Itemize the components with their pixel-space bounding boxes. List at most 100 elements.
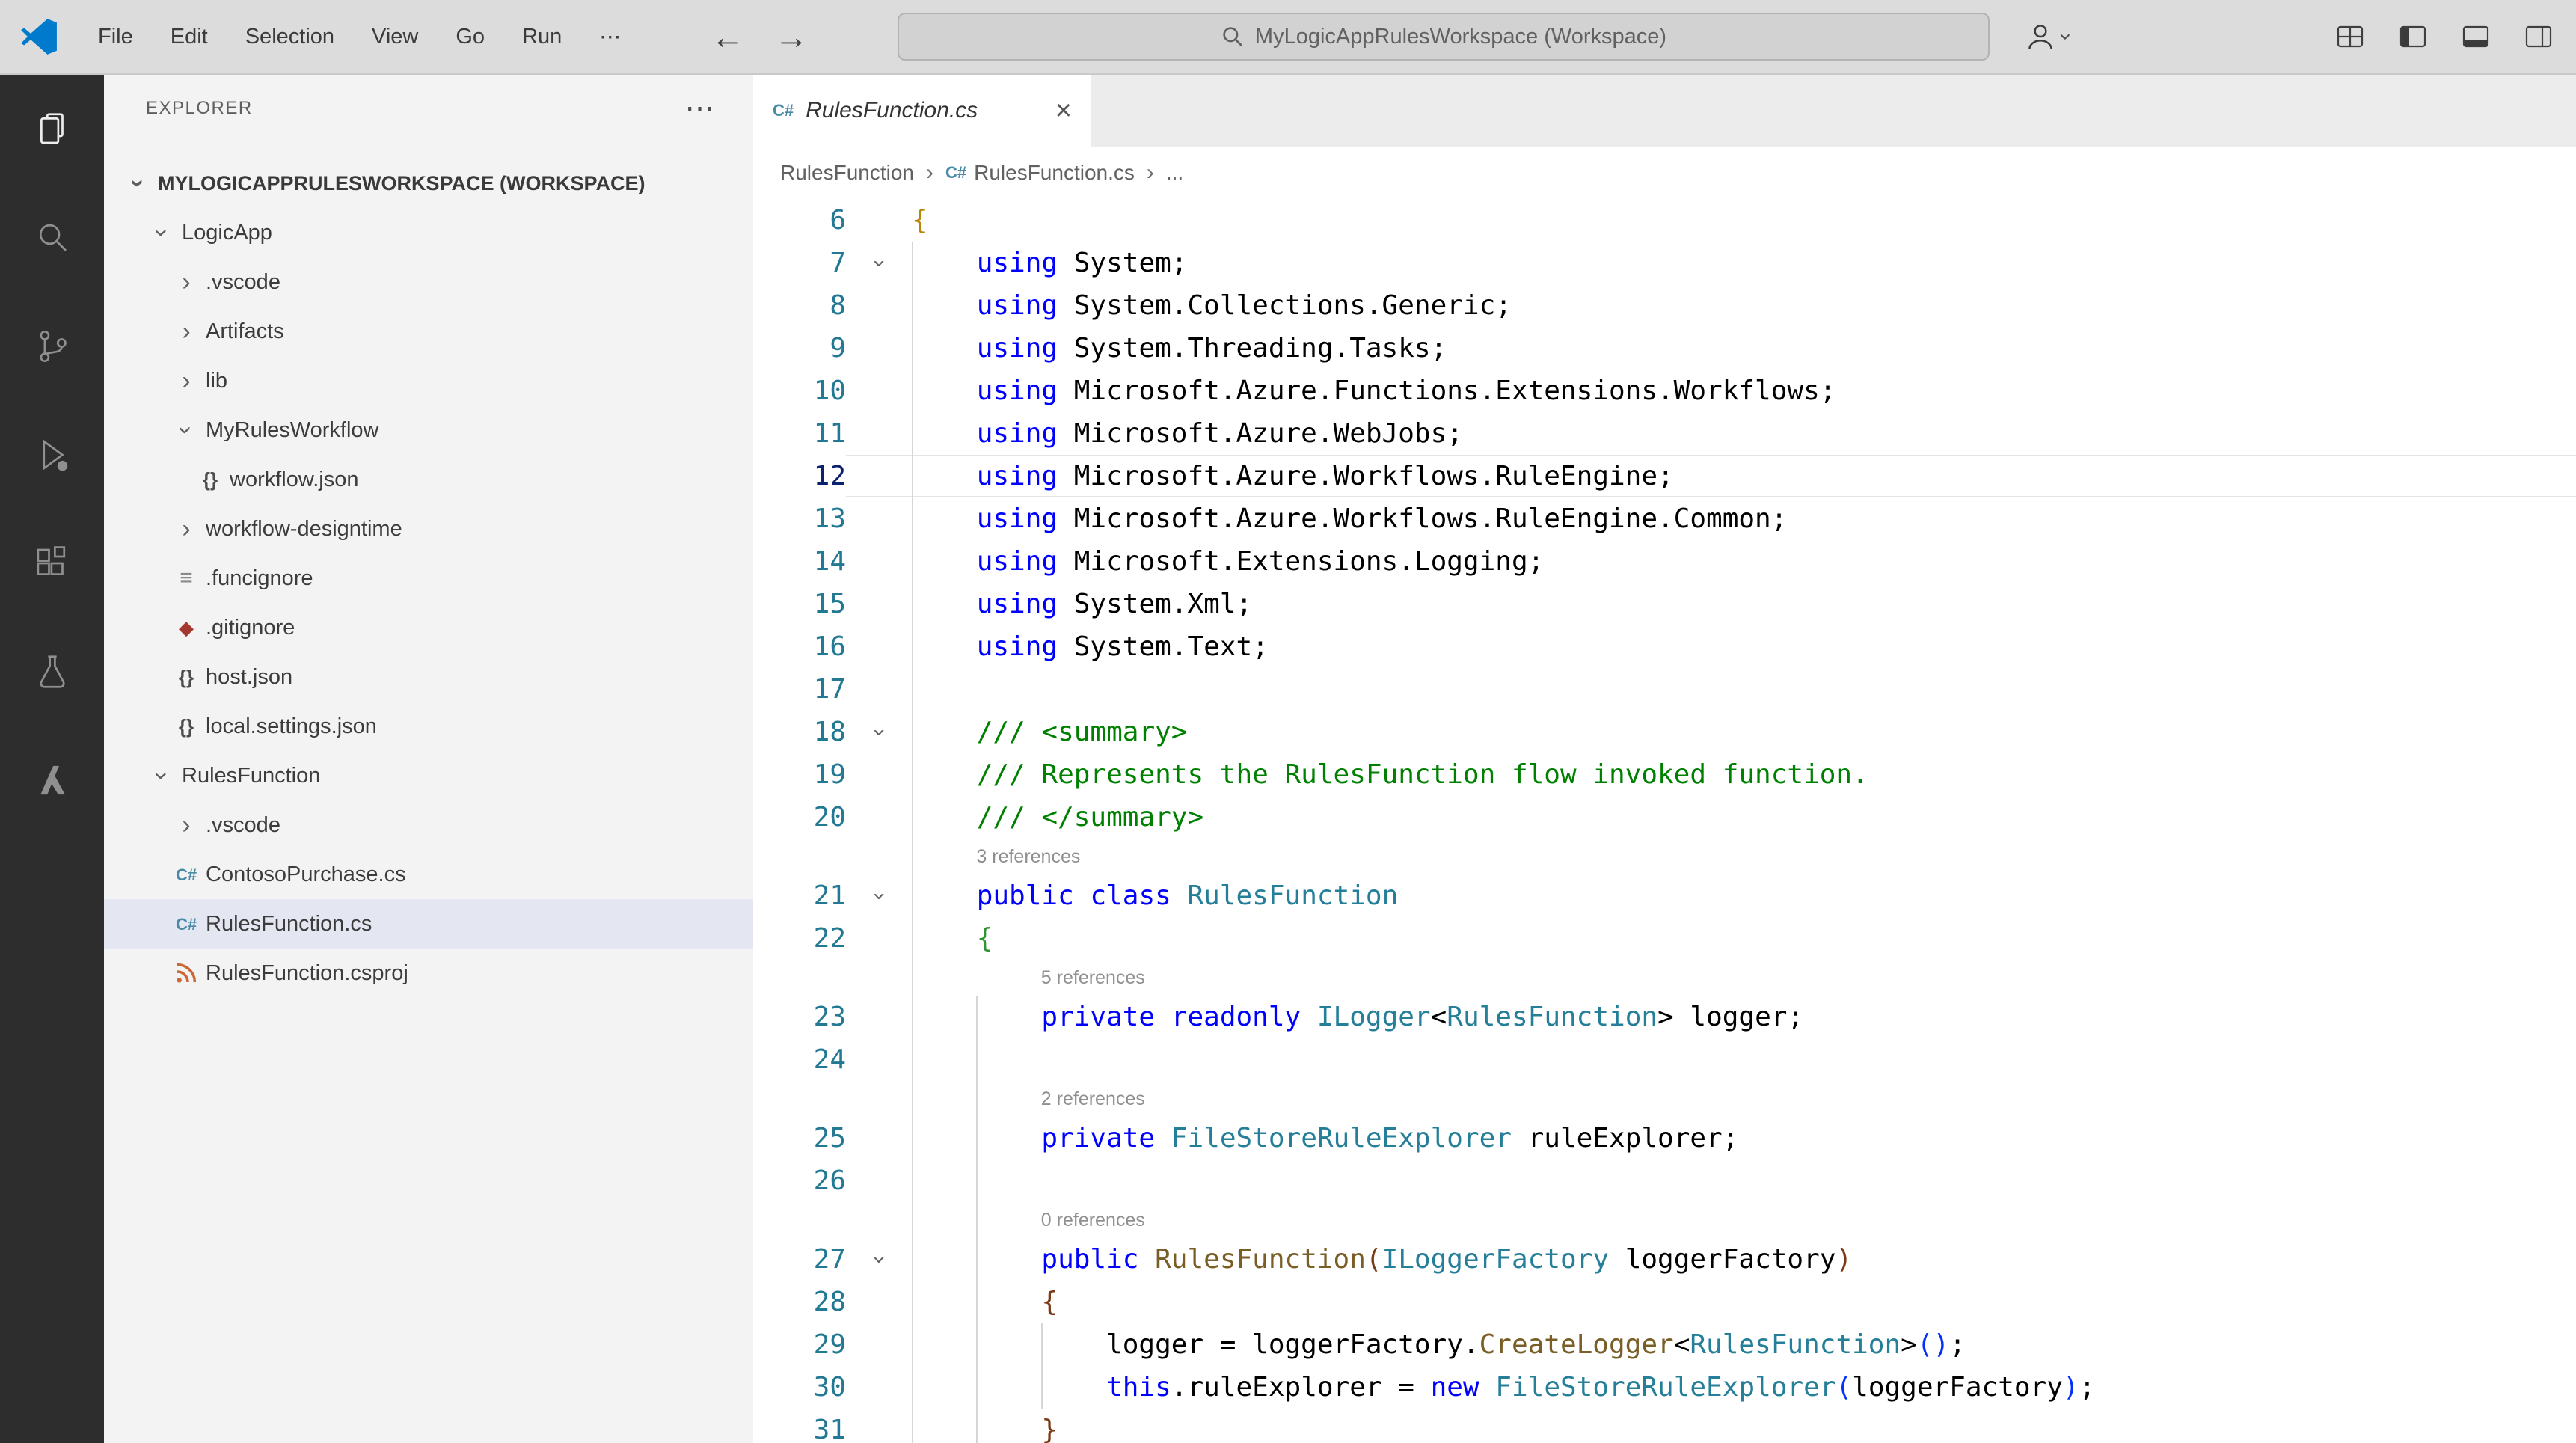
line-number[interactable]: 18 <box>753 711 846 753</box>
code-line-16[interactable]: 16 using System.Text; <box>753 625 2576 668</box>
code-line-28[interactable]: 28 { <box>753 1281 2576 1323</box>
line-number[interactable]: 6 <box>753 199 846 242</box>
tree-item-host-json[interactable]: {}host.json <box>104 652 753 702</box>
code-line-25[interactable]: 25 private FileStoreRuleExplorer ruleExp… <box>753 1117 2576 1159</box>
line-number[interactable]: 24 <box>753 1038 846 1081</box>
code-line-22[interactable]: 22 { <box>753 917 2576 960</box>
command-center[interactable]: MyLogicAppRulesWorkspace (Workspace) <box>898 13 1990 61</box>
code-line-17[interactable]: 17 <box>753 668 2576 711</box>
tree-item-logicapp[interactable]: ›LogicApp <box>104 208 753 257</box>
line-number[interactable]: 20 <box>753 796 846 839</box>
code-line-24[interactable]: 24 <box>753 1038 2576 1081</box>
tree-item-lib[interactable]: ›lib <box>104 356 753 405</box>
code-line-12[interactable]: 12 using Microsoft.Azure.Workflows.RuleE… <box>753 455 2576 497</box>
codelens-references[interactable]: 5 references <box>753 960 2576 996</box>
code-line-9[interactable]: 9 using System.Threading.Tasks; <box>753 327 2576 370</box>
line-number[interactable]: 17 <box>753 668 846 711</box>
activity-item-search[interactable] <box>0 183 104 292</box>
code-line-7[interactable]: 7› using System; <box>753 242 2576 284</box>
tree-item-rulesfunction-cs[interactable]: C#RulesFunction.cs <box>104 899 753 949</box>
code-editor[interactable]: 6{7› using System;8 using System.Collect… <box>753 199 2576 1443</box>
layout-panel-icon[interactable] <box>2459 20 2492 53</box>
menu-item-run[interactable]: Run <box>503 0 580 73</box>
menu-item-edit[interactable]: Edit <box>152 0 227 73</box>
code-line-13[interactable]: 13 using Microsoft.Azure.Workflows.RuleE… <box>753 497 2576 540</box>
line-number[interactable]: 15 <box>753 583 846 625</box>
activity-item-azure[interactable] <box>0 726 104 834</box>
line-number[interactable]: 28 <box>753 1281 846 1323</box>
line-number[interactable]: 27 <box>753 1238 846 1281</box>
code-line-15[interactable]: 15 using System.Xml; <box>753 583 2576 625</box>
code-line-27[interactable]: 27› public RulesFunction(ILoggerFactory … <box>753 1238 2576 1281</box>
tree-item-myrulesworkflow[interactable]: ›MyRulesWorkflow <box>104 405 753 455</box>
code-line-29[interactable]: 29 logger = loggerFactory.CreateLogger<R… <box>753 1323 2576 1366</box>
codelens-references[interactable]: 2 references <box>753 1081 2576 1117</box>
line-number[interactable]: 25 <box>753 1117 846 1159</box>
line-number[interactable]: 31 <box>753 1409 846 1443</box>
tree-item-funcignore[interactable]: ≡.funcignore <box>104 554 753 603</box>
tree-item-gitignore[interactable]: ◆.gitignore <box>104 603 753 652</box>
code-line-23[interactable]: 23 private readonly ILogger<RulesFunctio… <box>753 996 2576 1038</box>
fold-chevron-icon[interactable]: › <box>846 874 912 917</box>
layout-sidebar-right-icon[interactable] <box>2522 20 2555 53</box>
breadcrumb-item-symbol[interactable]: ... <box>1166 161 1183 185</box>
line-number[interactable]: 22 <box>753 917 846 960</box>
activity-item-run-debug[interactable] <box>0 400 104 509</box>
line-number[interactable]: 19 <box>753 753 846 796</box>
line-number[interactable]: 16 <box>753 625 846 668</box>
code-line-20[interactable]: 20 /// </summary> <box>753 796 2576 839</box>
code-line-18[interactable]: 18› /// <summary> <box>753 711 2576 753</box>
back-arrow-icon[interactable]: ← <box>711 0 745 73</box>
tree-item-rulesfunction-csproj[interactable]: RulesFunction.csproj <box>104 949 753 998</box>
fold-chevron-icon[interactable]: › <box>846 242 912 284</box>
line-number[interactable]: 9 <box>753 327 846 370</box>
line-number[interactable]: 11 <box>753 412 846 455</box>
menu-item-selection[interactable]: Selection <box>227 0 353 73</box>
code-line-26[interactable]: 26 <box>753 1159 2576 1202</box>
breadcrumb-item-file[interactable]: C# RulesFunction.cs <box>945 161 1135 185</box>
line-number[interactable]: 7 <box>753 242 846 284</box>
code-line-10[interactable]: 10 using Microsoft.Azure.Functions.Exten… <box>753 370 2576 412</box>
line-number[interactable]: 21 <box>753 874 846 917</box>
code-line-19[interactable]: 19 /// Represents the RulesFunction flow… <box>753 753 2576 796</box>
line-number[interactable]: 26 <box>753 1159 846 1202</box>
menu-item-go[interactable]: Go <box>437 0 503 73</box>
tree-item-contosopurchase-cs[interactable]: C#ContosoPurchase.cs <box>104 850 753 899</box>
code-line-14[interactable]: 14 using Microsoft.Extensions.Logging; <box>753 540 2576 583</box>
line-number[interactable]: 23 <box>753 996 846 1038</box>
tab-rulesfunction-cs[interactable]: C# RulesFunction.cs × <box>753 75 1091 147</box>
layout-grid-icon[interactable] <box>2334 20 2367 53</box>
tree-item-artifacts[interactable]: ›Artifacts <box>104 307 753 356</box>
code-line-6[interactable]: 6{ <box>753 199 2576 242</box>
breadcrumb-item-folder[interactable]: RulesFunction <box>780 161 914 185</box>
codelens-references[interactable]: 0 references <box>753 1202 2576 1238</box>
code-line-11[interactable]: 11 using Microsoft.Azure.WebJobs; <box>753 412 2576 455</box>
line-number[interactable]: 13 <box>753 497 846 540</box>
tree-item-workflow-json[interactable]: {}workflow.json <box>104 455 753 504</box>
tree-item-mylogicapprulesworkspace-workspace[interactable]: ›MYLOGICAPPRULESWORKSPACE (WORKSPACE) <box>104 159 753 208</box>
tree-item-rulesfunction[interactable]: ›RulesFunction <box>104 751 753 800</box>
menu-item-file[interactable]: File <box>79 0 152 73</box>
activity-item-extensions[interactable] <box>0 509 104 617</box>
layout-sidebar-left-icon[interactable] <box>2396 20 2429 53</box>
codelens-references[interactable]: 3 references <box>753 839 2576 874</box>
close-icon[interactable]: × <box>1055 95 1072 127</box>
tree-item-workflow-designtime[interactable]: ›workflow-designtime <box>104 504 753 554</box>
activity-item-source-control[interactable] <box>0 292 104 400</box>
fold-chevron-icon[interactable]: › <box>846 1238 912 1281</box>
tree-item-vscode[interactable]: ›.vscode <box>104 800 753 850</box>
line-number[interactable]: 14 <box>753 540 846 583</box>
line-number[interactable]: 10 <box>753 370 846 412</box>
tree-item-local-settings-json[interactable]: {}local.settings.json <box>104 702 753 751</box>
line-number[interactable]: 8 <box>753 284 846 327</box>
code-line-8[interactable]: 8 using System.Collections.Generic; <box>753 284 2576 327</box>
line-number[interactable]: 30 <box>753 1366 846 1409</box>
code-line-21[interactable]: 21› public class RulesFunction <box>753 874 2576 917</box>
activity-item-explorer[interactable] <box>0 75 104 183</box>
account-button[interactable]: › <box>2023 0 2070 73</box>
code-line-31[interactable]: 31 } <box>753 1409 2576 1443</box>
menu-item-view[interactable]: View <box>353 0 437 73</box>
line-number[interactable]: 29 <box>753 1323 846 1366</box>
forward-arrow-icon[interactable]: → <box>774 0 809 73</box>
more-menu[interactable]: ⋯ <box>580 0 640 73</box>
